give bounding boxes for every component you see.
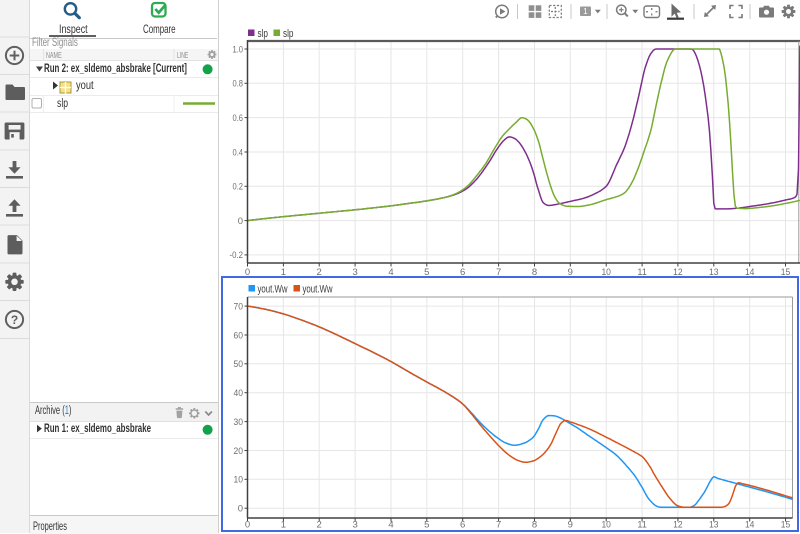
svg-text:yout.Ww: yout.Ww [303, 284, 333, 296]
svg-text:10: 10 [234, 475, 244, 486]
svg-text:12: 12 [673, 520, 683, 531]
svg-text:3: 3 [352, 520, 357, 531]
svg-text:50: 50 [234, 359, 244, 370]
svg-text:10: 10 [601, 520, 611, 531]
svg-text:40: 40 [234, 388, 244, 399]
svg-text:slp: slp [258, 28, 269, 40]
svg-text:60: 60 [234, 330, 244, 341]
svg-text:4: 4 [388, 520, 393, 531]
svg-text:5: 5 [424, 267, 429, 275]
svg-text:6: 6 [460, 520, 465, 531]
svg-text:?: ? [11, 313, 18, 327]
svg-text:7: 7 [496, 267, 501, 275]
svg-text:10: 10 [601, 267, 611, 275]
svg-text:11: 11 [637, 267, 647, 275]
svg-text:12: 12 [673, 267, 683, 275]
svg-text:slp: slp [283, 28, 294, 40]
svg-text:5: 5 [424, 520, 429, 531]
svg-text:0.6: 0.6 [233, 113, 244, 124]
svg-text:1: 1 [281, 520, 286, 531]
svg-text:30: 30 [234, 417, 244, 428]
svg-text:14: 14 [745, 520, 755, 531]
svg-text:14: 14 [745, 267, 755, 275]
svg-text:8: 8 [532, 520, 537, 531]
svg-text:0: 0 [238, 504, 243, 515]
svg-text:20: 20 [234, 446, 244, 457]
svg-text:-0.2: -0.2 [230, 250, 244, 261]
svg-text:yout.Ww: yout.Ww [258, 284, 288, 296]
svg-text:9: 9 [568, 267, 573, 275]
svg-text:1: 1 [583, 7, 588, 16]
svg-text:0: 0 [245, 267, 250, 275]
svg-text:8: 8 [532, 267, 537, 275]
svg-text:13: 13 [709, 520, 719, 531]
svg-text:15: 15 [781, 267, 791, 275]
svg-text:6: 6 [460, 267, 465, 275]
svg-text:2: 2 [317, 267, 322, 275]
svg-text:0: 0 [245, 520, 250, 531]
svg-text:70: 70 [234, 301, 244, 312]
svg-text:0.4: 0.4 [233, 147, 244, 158]
svg-text:0.2: 0.2 [233, 182, 244, 193]
svg-text:3: 3 [352, 267, 357, 275]
svg-text:15: 15 [781, 520, 791, 531]
svg-text:9: 9 [568, 520, 573, 531]
svg-text:1: 1 [281, 267, 286, 275]
svg-text:4: 4 [388, 267, 393, 275]
svg-text:11: 11 [637, 520, 647, 531]
svg-text:13: 13 [709, 267, 719, 275]
svg-text:7: 7 [496, 520, 501, 531]
svg-text:0: 0 [238, 216, 243, 227]
svg-text:2: 2 [317, 520, 322, 531]
svg-text:1.0: 1.0 [233, 44, 244, 55]
svg-text:0.8: 0.8 [233, 79, 244, 90]
